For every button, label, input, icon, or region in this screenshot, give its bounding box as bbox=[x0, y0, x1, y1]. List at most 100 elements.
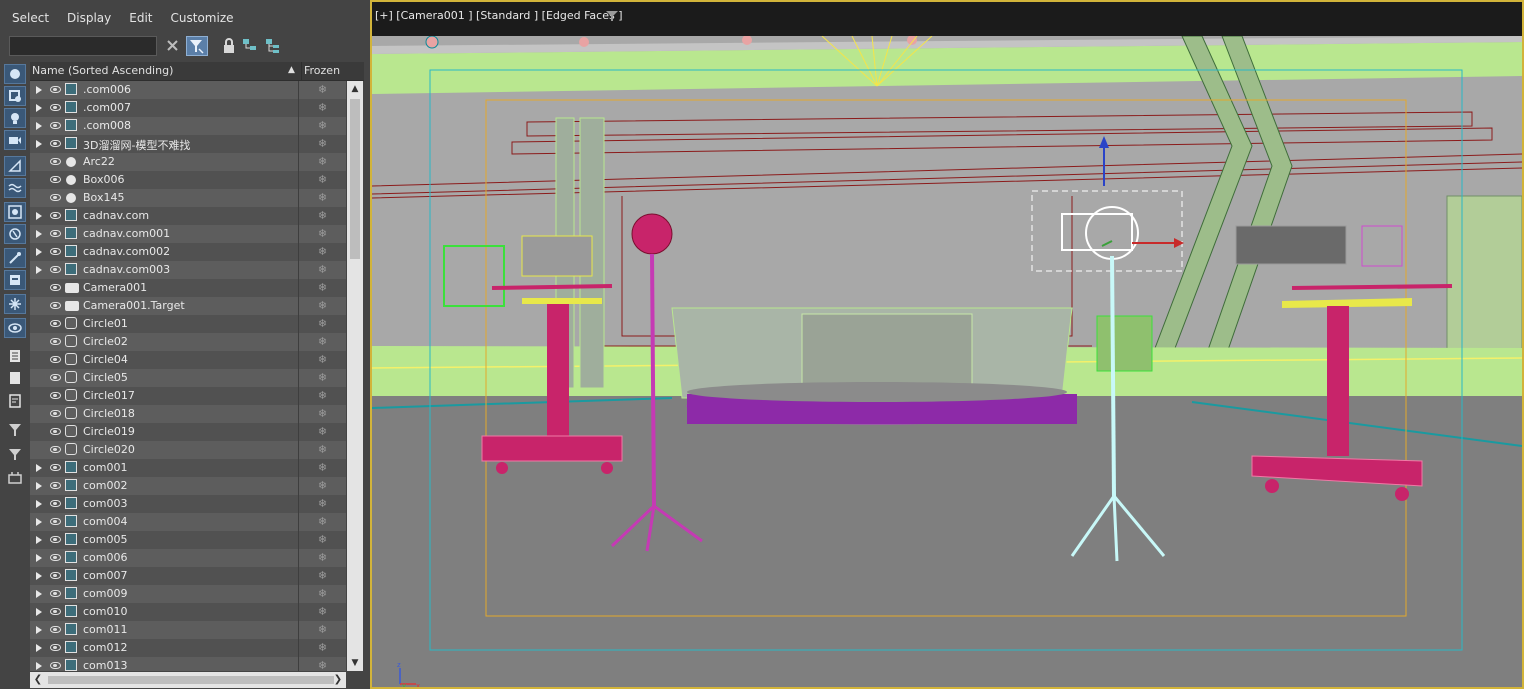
freeze-toggle-icon[interactable]: ❄ bbox=[298, 549, 346, 567]
hierarchy-expand-icon[interactable] bbox=[240, 36, 262, 56]
visibility-eye-icon[interactable] bbox=[50, 374, 61, 381]
list-item[interactable]: Circle01 ❄ bbox=[30, 315, 346, 333]
display-groups-icon[interactable] bbox=[4, 202, 26, 222]
freeze-toggle-icon[interactable]: ❄ bbox=[298, 477, 346, 495]
visibility-eye-icon[interactable] bbox=[50, 590, 61, 597]
expand-arrow-icon[interactable] bbox=[36, 464, 42, 472]
expand-arrow-icon[interactable] bbox=[36, 482, 42, 490]
menu-edit[interactable]: Edit bbox=[129, 11, 152, 25]
visibility-eye-icon[interactable] bbox=[50, 644, 61, 651]
scroll-right-icon[interactable]: ❯ bbox=[330, 672, 346, 688]
visibility-eye-icon[interactable] bbox=[50, 608, 61, 615]
expand-arrow-icon[interactable] bbox=[36, 140, 42, 148]
expand-arrow-icon[interactable] bbox=[36, 662, 42, 670]
visibility-eye-icon[interactable] bbox=[50, 500, 61, 507]
freeze-toggle-icon[interactable]: ❄ bbox=[298, 603, 346, 621]
display-xrefs-icon[interactable] bbox=[4, 224, 26, 244]
display-helpers-icon[interactable] bbox=[4, 156, 26, 176]
display-shapes-icon[interactable] bbox=[4, 86, 26, 106]
filter-icon[interactable] bbox=[4, 420, 26, 440]
list-item[interactable]: Circle05 ❄ bbox=[30, 369, 346, 387]
list-item[interactable]: com011 ❄ bbox=[30, 621, 346, 639]
lock-icon[interactable] bbox=[219, 36, 241, 56]
visibility-eye-icon[interactable] bbox=[50, 230, 61, 237]
sort-ascending-icon[interactable]: ▲ bbox=[288, 65, 295, 75]
visibility-eye-icon[interactable] bbox=[50, 410, 61, 417]
freeze-toggle-icon[interactable]: ❄ bbox=[298, 387, 346, 405]
column-header-frozen[interactable]: Frozen bbox=[301, 62, 340, 80]
display-bones-icon[interactable] bbox=[4, 248, 26, 268]
display-containers-icon[interactable] bbox=[4, 270, 26, 290]
visibility-eye-icon[interactable] bbox=[50, 356, 61, 363]
expand-arrow-icon[interactable] bbox=[36, 518, 42, 526]
visibility-eye-icon[interactable] bbox=[50, 140, 61, 147]
expand-arrow-icon[interactable] bbox=[36, 230, 42, 238]
visibility-eye-icon[interactable] bbox=[50, 104, 61, 111]
clear-search-icon[interactable] bbox=[162, 36, 184, 56]
visibility-eye-icon[interactable] bbox=[50, 662, 61, 669]
freeze-toggle-icon[interactable]: ❄ bbox=[298, 513, 346, 531]
display-cameras-icon[interactable] bbox=[4, 130, 26, 150]
list-item[interactable]: com010 ❄ bbox=[30, 603, 346, 621]
list-item[interactable]: cadnav.com ❄ bbox=[30, 207, 346, 225]
freeze-toggle-icon[interactable]: ❄ bbox=[298, 207, 346, 225]
freeze-toggle-icon[interactable]: ❄ bbox=[298, 423, 346, 441]
freeze-toggle-icon[interactable]: ❄ bbox=[298, 567, 346, 585]
visibility-eye-icon[interactable] bbox=[50, 554, 61, 561]
freeze-toggle-icon[interactable]: ❄ bbox=[298, 639, 346, 657]
list-item[interactable]: com005 ❄ bbox=[30, 531, 346, 549]
freeze-toggle-icon[interactable]: ❄ bbox=[298, 99, 346, 117]
horizontal-scroll-thumb[interactable] bbox=[48, 676, 334, 684]
viewport-scene[interactable] bbox=[372, 36, 1522, 689]
viewport-label[interactable]: [+] [Camera001 ] [Standard ] [Edged Face… bbox=[375, 9, 623, 22]
display-hidden-icon[interactable] bbox=[4, 318, 26, 338]
search-input[interactable] bbox=[9, 36, 157, 56]
freeze-toggle-icon[interactable]: ❄ bbox=[298, 459, 346, 477]
visibility-eye-icon[interactable] bbox=[50, 176, 61, 183]
list-item[interactable]: com012 ❄ bbox=[30, 639, 346, 657]
visibility-eye-icon[interactable] bbox=[50, 284, 61, 291]
freeze-toggle-icon[interactable]: ❄ bbox=[298, 621, 346, 639]
list-item[interactable]: Circle04 ❄ bbox=[30, 351, 346, 369]
expand-arrow-icon[interactable] bbox=[36, 554, 42, 562]
expand-arrow-icon[interactable] bbox=[36, 626, 42, 634]
menu-select[interactable]: Select bbox=[12, 11, 49, 25]
freeze-toggle-icon[interactable]: ❄ bbox=[298, 279, 346, 297]
visibility-eye-icon[interactable] bbox=[50, 428, 61, 435]
visibility-eye-icon[interactable] bbox=[50, 482, 61, 489]
display-geometry-icon[interactable] bbox=[4, 64, 26, 84]
visibility-eye-icon[interactable] bbox=[50, 536, 61, 543]
list-item[interactable]: Camera001.Target ❄ bbox=[30, 297, 346, 315]
freeze-toggle-icon[interactable]: ❄ bbox=[298, 531, 346, 549]
vertical-scrollbar[interactable]: ▲ ▼ bbox=[347, 81, 363, 671]
freeze-toggle-icon[interactable]: ❄ bbox=[298, 135, 346, 153]
list-item[interactable]: com002 ❄ bbox=[30, 477, 346, 495]
freeze-toggle-icon[interactable]: ❄ bbox=[298, 261, 346, 279]
freeze-toggle-icon[interactable]: ❄ bbox=[298, 369, 346, 387]
expand-arrow-icon[interactable] bbox=[36, 212, 42, 220]
visibility-eye-icon[interactable] bbox=[50, 446, 61, 453]
freeze-toggle-icon[interactable]: ❄ bbox=[298, 243, 346, 261]
freeze-toggle-icon[interactable]: ❄ bbox=[298, 441, 346, 459]
visibility-eye-icon[interactable] bbox=[50, 122, 61, 129]
display-lights-icon[interactable] bbox=[4, 108, 26, 128]
visibility-eye-icon[interactable] bbox=[50, 338, 61, 345]
visibility-eye-icon[interactable] bbox=[50, 266, 61, 273]
freeze-toggle-icon[interactable]: ❄ bbox=[298, 81, 346, 99]
list-item[interactable]: Box006 ❄ bbox=[30, 171, 346, 189]
layer-icon[interactable] bbox=[4, 468, 26, 488]
display-all-icon[interactable] bbox=[4, 346, 26, 366]
freeze-toggle-icon[interactable]: ❄ bbox=[298, 189, 346, 207]
list-item[interactable]: Circle018 ❄ bbox=[30, 405, 346, 423]
freeze-toggle-icon[interactable]: ❄ bbox=[298, 333, 346, 351]
list-item[interactable]: Circle017 ❄ bbox=[30, 387, 346, 405]
viewport-filter-icon[interactable] bbox=[605, 10, 619, 25]
expand-arrow-icon[interactable] bbox=[36, 266, 42, 274]
visibility-eye-icon[interactable] bbox=[50, 158, 61, 165]
list-item[interactable]: com001 ❄ bbox=[30, 459, 346, 477]
camera-viewport[interactable]: [+] [Camera001 ] [Standard ] [Edged Face… bbox=[370, 0, 1524, 689]
freeze-toggle-icon[interactable]: ❄ bbox=[298, 171, 346, 189]
list-item[interactable]: Circle020 ❄ bbox=[30, 441, 346, 459]
expand-arrow-icon[interactable] bbox=[36, 644, 42, 652]
freeze-toggle-icon[interactable]: ❄ bbox=[298, 495, 346, 513]
